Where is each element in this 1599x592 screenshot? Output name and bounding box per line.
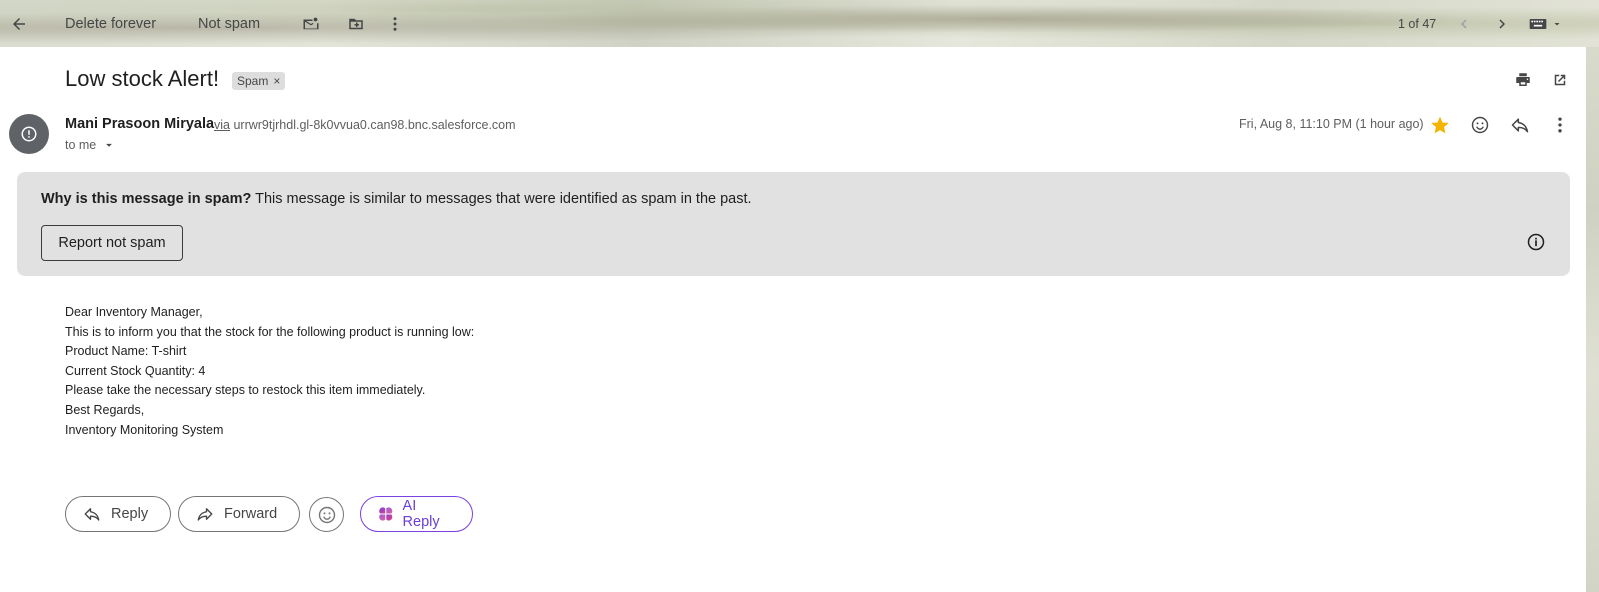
ai-sparkle-icon xyxy=(379,507,393,521)
body-line: Product Name: T-shirt xyxy=(65,344,187,359)
recipient-details[interactable]: to me xyxy=(65,138,116,152)
next-button[interactable] xyxy=(1486,0,1518,47)
arrow-left-icon xyxy=(3,8,35,40)
remove-label-icon[interactable]: × xyxy=(273,74,280,88)
input-tools-button[interactable] xyxy=(1528,0,1563,47)
forward-icon xyxy=(197,508,213,521)
more-vert-icon xyxy=(1558,117,1562,133)
body-line: Inventory Monitoring System xyxy=(65,422,224,437)
print-button[interactable] xyxy=(1507,64,1539,96)
forward-label: Forward xyxy=(224,506,278,522)
keyboard-icon xyxy=(1528,14,1563,34)
not-spam-button[interactable]: Not spam xyxy=(198,0,260,47)
spam-reason-explanation: This message is similar to messages that… xyxy=(251,191,752,207)
spam-reason: Why is this message in spam? This messag… xyxy=(41,191,752,207)
via-link[interactable]: via xyxy=(214,118,230,132)
recipient-label: to me xyxy=(65,138,97,152)
move-to-folder-icon xyxy=(340,8,372,40)
chevron-right-icon xyxy=(1486,8,1518,40)
sender-via: via urrwr9tjrhdl.gl-8k0vvua0.can98.bnc.s… xyxy=(214,118,516,132)
delete-forever-button[interactable]: Delete forever xyxy=(65,0,156,47)
sender-avatar[interactable] xyxy=(9,114,49,154)
sender-name[interactable]: Mani Prasoon Miryala xyxy=(65,116,214,132)
body-line: This is to inform you that the stock for… xyxy=(65,324,475,339)
reply-icon xyxy=(84,508,100,521)
not-spam-label: Not spam xyxy=(198,15,261,32)
email-subject: Low stock Alert! xyxy=(65,66,220,91)
open-in-new-icon xyxy=(1554,74,1566,86)
delete-forever-label: Delete forever xyxy=(65,15,157,32)
background-image-edge xyxy=(1586,47,1599,592)
body-line: Dear Inventory Manager, xyxy=(65,305,203,319)
ai-reply-label: AI Reply xyxy=(402,498,440,530)
pagination: 1 of 47 xyxy=(1398,0,1436,47)
mark-unread-button[interactable] xyxy=(295,0,327,47)
star-button[interactable] xyxy=(1424,109,1456,141)
chevron-left-icon xyxy=(1448,8,1480,40)
emoji-reaction-button[interactable] xyxy=(309,497,344,532)
mail-unread-icon xyxy=(295,8,327,40)
toolbar: Delete forever Not spam 1 of 47 xyxy=(0,0,1599,47)
spam-label-chip[interactable]: Spam × xyxy=(232,72,286,90)
reply-button[interactable]: Reply xyxy=(65,496,171,532)
body-line: Please take the necessary steps to resto… xyxy=(65,383,426,398)
more-options-button[interactable] xyxy=(1544,109,1576,141)
reply-icon xyxy=(1511,118,1529,133)
previous-button[interactable] xyxy=(1448,0,1480,47)
move-to-button[interactable] xyxy=(340,0,372,47)
emoji-icon xyxy=(318,506,335,523)
info-icon[interactable] xyxy=(1523,229,1549,255)
body-line: Current Stock Quantity: 4 xyxy=(65,363,206,378)
reply-label: Reply xyxy=(111,506,149,522)
more-vert-icon xyxy=(379,8,411,40)
spam-reason-question: Why is this message in spam? xyxy=(41,191,252,207)
star-icon xyxy=(1431,116,1449,134)
print-icon xyxy=(1516,73,1530,86)
via-domain: urrwr9tjrhdl.gl-8k0vvua0.can98.bnc.sales… xyxy=(233,118,516,132)
open-new-window-button[interactable] xyxy=(1544,64,1576,96)
ai-reply-button[interactable]: AI Reply xyxy=(360,496,473,532)
spam-warning-banner: Why is this message in spam? This messag… xyxy=(17,172,1570,276)
more-actions-button[interactable] xyxy=(379,0,411,47)
pagination-label: 1 of 47 xyxy=(1398,16,1437,31)
spam-label-text: Spam xyxy=(237,74,269,88)
add-reaction-button[interactable] xyxy=(1464,109,1496,141)
back-button[interactable] xyxy=(3,0,35,47)
warning-icon xyxy=(21,126,37,142)
email-date: Fri, Aug 8, 11:10 PM (1 hour ago) xyxy=(1239,117,1424,131)
report-not-spam-button[interactable]: Report not spam xyxy=(41,225,183,261)
emoji-icon xyxy=(1471,116,1489,134)
forward-button[interactable]: Forward xyxy=(178,496,300,532)
caret-down-icon xyxy=(106,143,113,147)
email-body: Dear Inventory Manager, This is to infor… xyxy=(65,303,474,440)
reply-button-header[interactable] xyxy=(1504,109,1536,141)
body-line: Best Regards, xyxy=(65,402,145,417)
